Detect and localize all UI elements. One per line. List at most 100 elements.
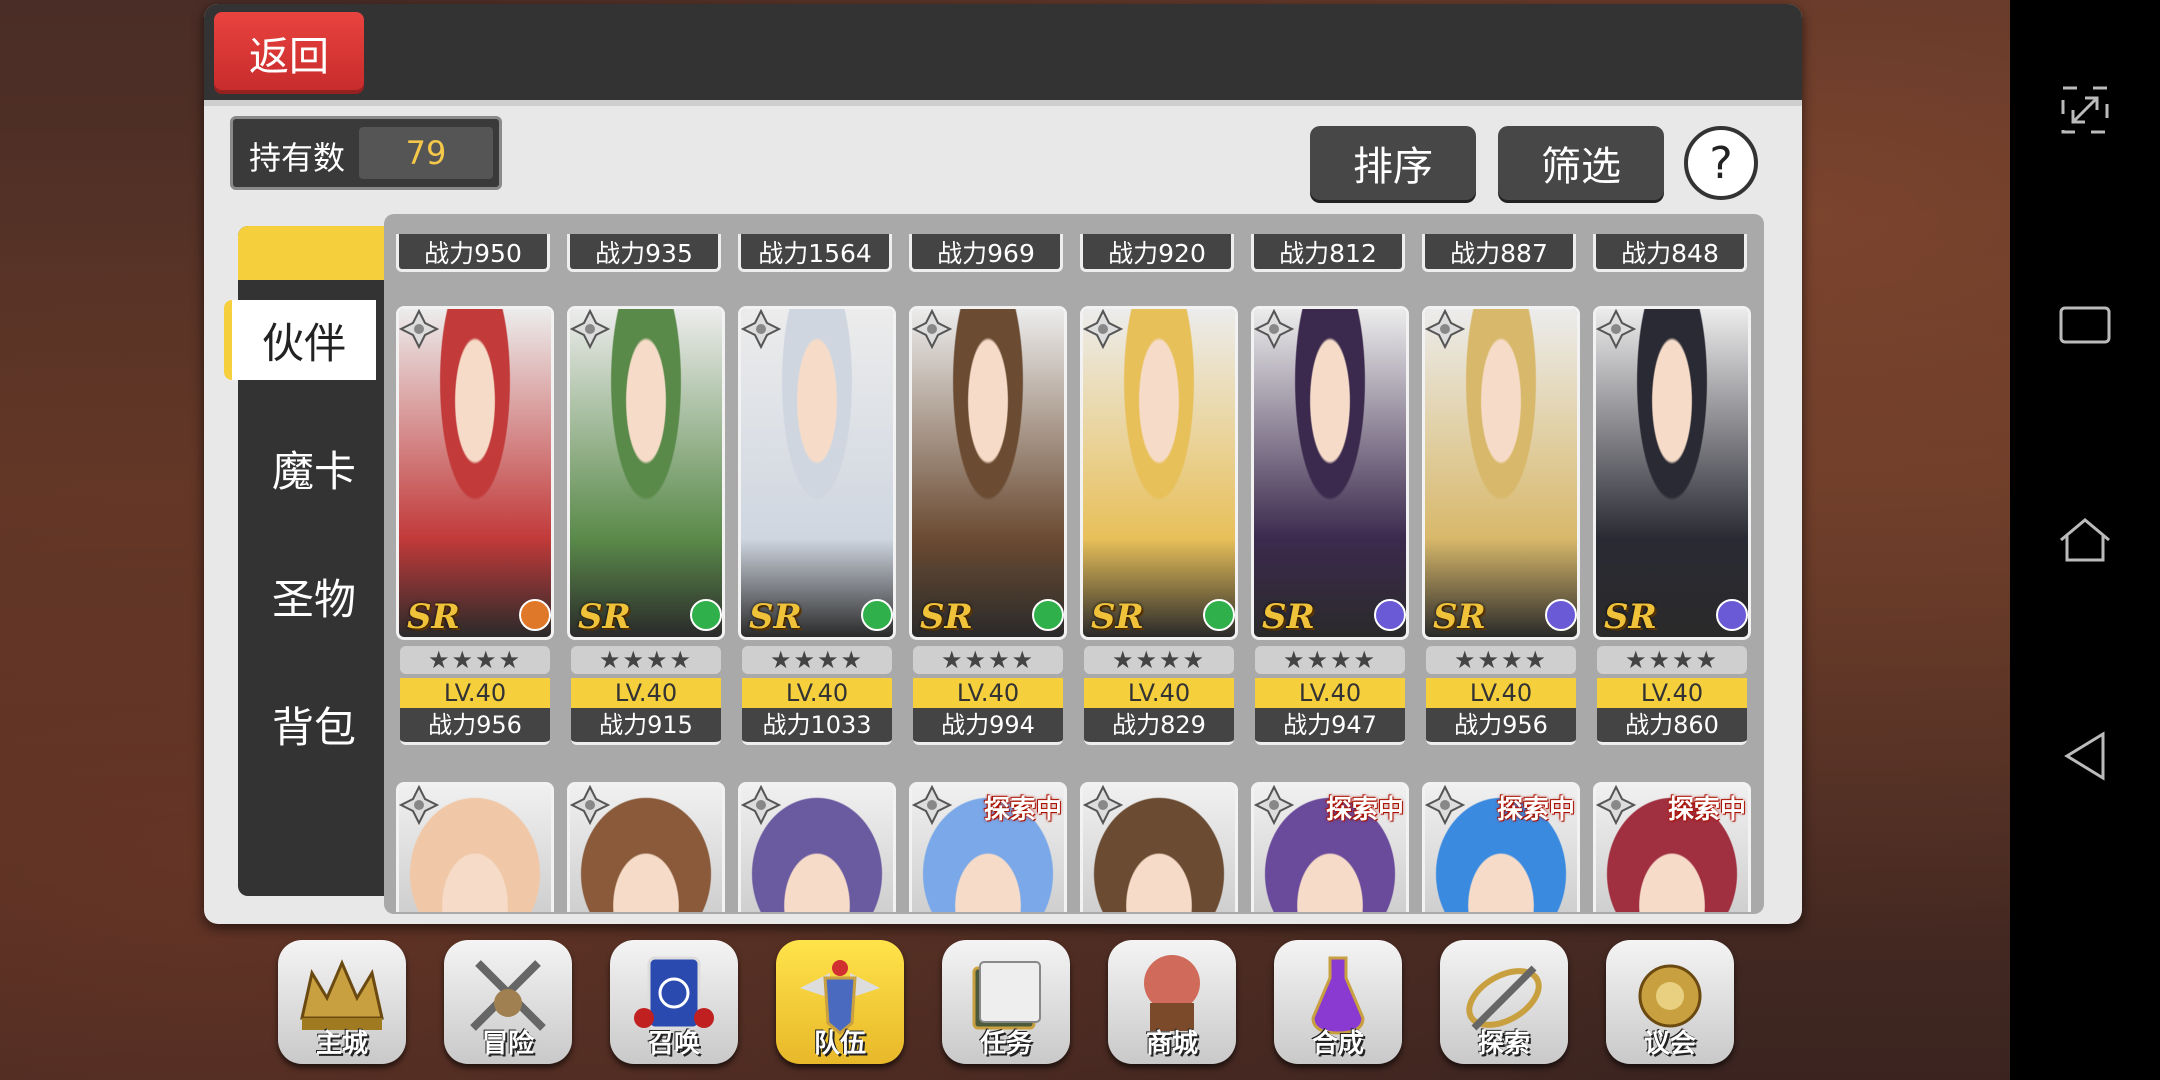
back-nav-icon[interactable] — [2055, 726, 2115, 786]
star-rating: ★★★★ — [742, 646, 892, 674]
partner-card[interactable] — [1080, 782, 1238, 912]
level-label: LV.40 — [1255, 678, 1405, 708]
menu-label: 合成 — [1311, 1029, 1364, 1059]
partner-card[interactable]: SR ★★★★ LV.40 战力829 — [1080, 306, 1238, 745]
filter-button[interactable]: 筛选 — [1498, 126, 1664, 200]
tab-relics[interactable]: 圣物 — [238, 556, 390, 636]
element-crest-icon — [741, 785, 782, 826]
rarity-badge: SR — [407, 597, 460, 637]
power-label: 战力947 — [1255, 708, 1405, 745]
card-power-label: 战力887 — [1422, 234, 1576, 272]
menu-explore[interactable]: 探索 — [1440, 940, 1568, 1064]
element-crest-icon — [741, 309, 782, 350]
rarity-badge: SR — [749, 597, 802, 637]
menu-summon-card[interactable]: 召唤 — [610, 940, 738, 1064]
element-crest-icon — [570, 309, 611, 350]
partner-card[interactable]: 探索中 — [909, 782, 1067, 912]
card-portrait-frame: SR — [1251, 306, 1409, 640]
partner-card[interactable] — [738, 782, 896, 912]
card-power-label: 战力812 — [1251, 234, 1405, 272]
tab-partners[interactable]: 伙伴 — [224, 300, 376, 380]
owned-count-box: 持有数 79 — [230, 116, 502, 190]
rarity-badge: SR — [1091, 597, 1144, 637]
tab-magic-cards[interactable]: 魔卡 — [238, 428, 390, 508]
element-crest-icon — [912, 785, 953, 826]
tab-accent-strip — [238, 226, 390, 280]
star-rating: ★★★★ — [571, 646, 721, 674]
rarity-badge: SR — [1262, 597, 1315, 637]
rarity-badge: SR — [1604, 597, 1657, 637]
element-crest-icon — [1596, 785, 1637, 826]
green-class-icon — [690, 599, 722, 631]
menu-label: 冒险 — [481, 1029, 534, 1059]
menu-quest-book[interactable]: 任务 — [942, 940, 1070, 1064]
system-nav-bar — [2010, 0, 2160, 1080]
back-button[interactable]: 返回 — [214, 12, 364, 94]
menu-crown[interactable]: 主城 — [278, 940, 406, 1064]
character-portrait — [1425, 309, 1577, 637]
power-label: 战力829 — [1084, 708, 1234, 745]
power-label: 战力994 — [913, 708, 1063, 745]
card-power-label: 战力848 — [1593, 234, 1747, 272]
owned-count: 79 — [359, 127, 493, 179]
menu-label: 任务 — [979, 1029, 1032, 1059]
purple-class-icon — [1716, 599, 1748, 631]
character-portrait — [912, 309, 1064, 637]
power-label: 战力860 — [1597, 708, 1747, 745]
sort-button[interactable]: 排序 — [1310, 126, 1476, 200]
menu-label: 商城 — [1145, 1029, 1198, 1059]
purple-class-icon — [1545, 599, 1577, 631]
partner-card[interactable]: SR ★★★★ LV.40 战力860 — [1593, 306, 1751, 745]
menu-swords[interactable]: 冒险 — [444, 940, 572, 1064]
partner-card[interactable]: 探索中 — [1251, 782, 1409, 912]
partner-card[interactable] — [396, 782, 554, 912]
level-label: LV.40 — [1084, 678, 1234, 708]
element-crest-icon — [912, 309, 953, 350]
panel-header: 返回 — [204, 4, 1802, 106]
partner-card[interactable]: 探索中 — [1593, 782, 1751, 912]
partner-card[interactable]: SR ★★★★ LV.40 战力956 — [1422, 306, 1580, 745]
partner-card[interactable] — [567, 782, 725, 912]
menu-label: 议会 — [1643, 1029, 1696, 1059]
element-crest-icon — [1596, 309, 1637, 350]
rotate-screen-icon[interactable] — [2055, 80, 2115, 140]
element-crest-icon — [1254, 785, 1295, 826]
partner-card[interactable]: SR ★★★★ LV.40 战力947 — [1251, 306, 1409, 745]
exploring-tag: 探索中 — [1667, 795, 1746, 825]
menu-council[interactable]: 议会 — [1606, 940, 1734, 1064]
green-class-icon — [1203, 599, 1235, 631]
partner-card[interactable]: 探索中 — [1422, 782, 1580, 912]
rarity-badge: SR — [1433, 597, 1486, 637]
power-label: 战力1033 — [742, 708, 892, 745]
help-button[interactable]: ? — [1684, 126, 1758, 200]
card-power-label: 战力920 — [1080, 234, 1234, 272]
menu-shop[interactable]: 商城 — [1108, 940, 1236, 1064]
element-crest-icon — [570, 785, 611, 826]
home-icon[interactable] — [2055, 510, 2115, 570]
partner-card[interactable]: SR ★★★★ LV.40 战力1033 — [738, 306, 896, 745]
card-portrait-frame: SR — [396, 306, 554, 640]
partner-grid[interactable]: 战力950 战力935 战力1564 战力969 战力920 战力812 战力887 战力84… — [384, 214, 1764, 914]
tab-backpack[interactable]: 背包 — [238, 684, 390, 764]
power-label: 战力956 — [1426, 708, 1576, 745]
card-portrait-frame: SR — [909, 306, 1067, 640]
character-portrait — [570, 309, 722, 637]
partner-card[interactable]: SR ★★★★ LV.40 战力956 — [396, 306, 554, 745]
character-portrait — [741, 309, 893, 637]
menu-potion[interactable]: 合成 — [1274, 940, 1402, 1064]
recent-apps-icon[interactable] — [2055, 294, 2115, 354]
element-crest-icon — [1425, 309, 1466, 350]
star-rating: ★★★★ — [913, 646, 1063, 674]
level-label: LV.40 — [913, 678, 1063, 708]
card-power-label: 战力969 — [909, 234, 1063, 272]
card-power-label: 战力935 — [567, 234, 721, 272]
menu-team-emblem[interactable]: 队伍 — [776, 940, 904, 1064]
level-label: LV.40 — [571, 678, 721, 708]
element-crest-icon — [399, 785, 440, 826]
character-portrait — [1254, 309, 1406, 637]
level-label: LV.40 — [742, 678, 892, 708]
partner-card[interactable]: SR ★★★★ LV.40 战力994 — [909, 306, 1067, 745]
partner-card[interactable]: SR ★★★★ LV.40 战力915 — [567, 306, 725, 745]
element-crest-icon — [1083, 309, 1124, 350]
menu-label: 探索 — [1477, 1029, 1530, 1059]
